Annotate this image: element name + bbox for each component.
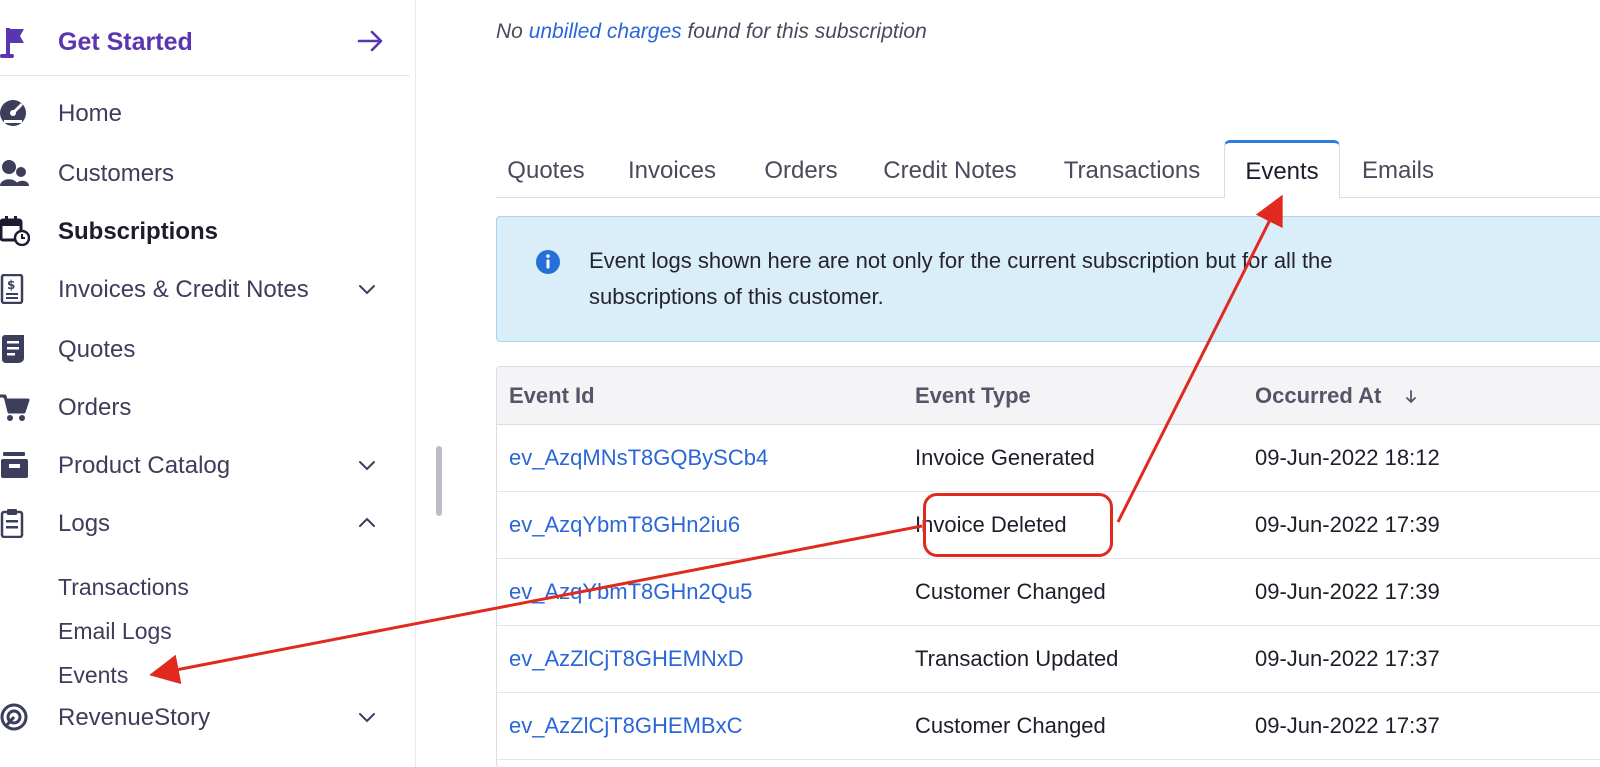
notice-suffix: found for this subscription bbox=[681, 20, 927, 43]
cart-icon bbox=[0, 394, 30, 421]
tab-events[interactable]: Events bbox=[1224, 140, 1340, 199]
unbilled-charges-link[interactable]: unbilled charges bbox=[529, 20, 682, 43]
info-alert: Event logs shown here are not only for t… bbox=[496, 216, 1600, 342]
flag-icon bbox=[0, 28, 24, 58]
scrollbar-thumb[interactable] bbox=[436, 446, 442, 516]
events-table: Event Id Event Type Occurred At ev_AzqMN… bbox=[496, 366, 1600, 767]
tab-invoices[interactable]: Invoices bbox=[614, 140, 730, 198]
sidebar-item-label: Product Catalog bbox=[58, 452, 231, 479]
event-id-link[interactable]: ev_AzqMNsT8GQBySCb4 bbox=[509, 445, 768, 471]
sidebar-item-label: Invoices & Credit Notes bbox=[58, 276, 309, 303]
sidebar-item-label: RevenueStory bbox=[58, 704, 211, 731]
sidebar-subitem-events[interactable]: Events bbox=[58, 662, 128, 689]
table-row[interactable]: ev_AzqMNsT8GQBySCb4 Invoice Generated 09… bbox=[497, 425, 1600, 492]
sidebar: Get Started Home Customers Subscriptions… bbox=[0, 0, 416, 767]
sidebar-subitem-email-logs[interactable]: Email Logs bbox=[58, 618, 172, 645]
column-header-occurred-at[interactable]: Occurred At bbox=[1255, 383, 1419, 409]
tab-quotes[interactable]: Quotes bbox=[496, 140, 596, 198]
event-id-link[interactable]: ev_AzqYbmT8GHn2Qu5 bbox=[509, 579, 752, 605]
table-row[interactable]: ev_AzZlCjT8GHEMNxD Transaction Updated 0… bbox=[497, 626, 1600, 693]
sidebar-item-home[interactable]: Home bbox=[0, 92, 410, 136]
dashboard-icon bbox=[0, 100, 26, 126]
occurred-at: 09-Jun-2022 17:37 bbox=[1255, 713, 1440, 738]
catalog-icon bbox=[1, 452, 28, 478]
chevron-down-icon[interactable] bbox=[358, 280, 376, 298]
arrow-right-icon[interactable] bbox=[356, 26, 386, 56]
tab-transactions[interactable]: Transactions bbox=[1050, 140, 1214, 198]
event-type: Invoice Generated bbox=[915, 445, 1095, 470]
svg-text:$: $ bbox=[7, 278, 15, 292]
revenuestory-icon bbox=[0, 703, 28, 731]
event-id-link[interactable]: ev_AzqYbmT8GHn2iu6 bbox=[509, 512, 740, 538]
info-alert-text: Event logs shown here are not only for t… bbox=[589, 248, 1333, 309]
sidebar-item-label: Subscriptions bbox=[58, 218, 219, 245]
sidebar-item-subscriptions[interactable]: Subscriptions bbox=[0, 210, 410, 254]
sidebar-item-label: Logs bbox=[58, 510, 111, 537]
unbilled-charges-notice: No unbilled charges found for this subsc… bbox=[496, 20, 927, 44]
occurred-at: 09-Jun-2022 17:39 bbox=[1255, 512, 1440, 537]
event-type: Transaction Updated bbox=[915, 646, 1119, 671]
event-id-link[interactable]: ev_AzZlCjT8GHEMBxC bbox=[509, 713, 742, 739]
sidebar-item-orders[interactable]: Orders bbox=[0, 386, 410, 430]
tab-bar: Quotes Invoices Orders Credit Notes Tran… bbox=[496, 140, 1600, 199]
get-started-label: Get Started bbox=[58, 28, 193, 56]
calendar-clock-icon bbox=[0, 216, 30, 246]
sidebar-item-logs[interactable]: Logs bbox=[0, 502, 410, 546]
event-type: Customer Changed bbox=[915, 579, 1106, 604]
column-header-event-type[interactable]: Event Type bbox=[915, 383, 1031, 409]
column-header-occurred-at-label: Occurred At bbox=[1255, 383, 1382, 408]
occurred-at: 09-Jun-2022 18:12 bbox=[1255, 445, 1440, 470]
sidebar-item-label: Home bbox=[58, 100, 123, 127]
chevron-down-icon[interactable] bbox=[358, 456, 376, 474]
sidebar-item-label: Quotes bbox=[58, 336, 136, 363]
tab-emails[interactable]: Emails bbox=[1348, 140, 1448, 198]
invoice-icon: $ bbox=[0, 274, 24, 304]
customers-icon bbox=[0, 160, 29, 186]
event-type: Customer Changed bbox=[915, 713, 1106, 738]
table-row[interactable]: ev_AzZlCjT8GHEMBxC Customer Changed 09-J… bbox=[497, 693, 1600, 760]
sidebar-item-revenuestory[interactable]: RevenueStory bbox=[0, 696, 410, 740]
get-started-item[interactable]: Get Started bbox=[0, 18, 410, 76]
table-row[interactable]: ev_AzqYbmT8GHn2Qu5 Customer Changed 09-J… bbox=[497, 559, 1600, 626]
sidebar-subitem-transactions[interactable]: Transactions bbox=[58, 574, 189, 601]
quotes-icon bbox=[2, 335, 24, 363]
chevron-down-icon[interactable] bbox=[358, 708, 376, 726]
tab-orders[interactable]: Orders bbox=[750, 140, 852, 198]
arrow-down-icon[interactable] bbox=[1403, 389, 1419, 405]
tab-credit-notes[interactable]: Credit Notes bbox=[870, 140, 1030, 198]
sidebar-item-invoices[interactable]: $ Invoices & Credit Notes bbox=[0, 268, 410, 312]
sidebar-item-product-catalog[interactable]: Product Catalog bbox=[0, 444, 410, 488]
column-header-event-id[interactable]: Event Id bbox=[509, 383, 595, 409]
table-header: Event Id Event Type Occurred At bbox=[497, 367, 1600, 425]
occurred-at: 09-Jun-2022 17:37 bbox=[1255, 646, 1440, 671]
sidebar-item-label: Orders bbox=[58, 394, 132, 421]
notice-prefix: No bbox=[496, 20, 529, 43]
annotation-highlight-box bbox=[923, 493, 1113, 557]
event-id-link[interactable]: ev_AzZlCjT8GHEMNxD bbox=[509, 646, 744, 672]
clipboard-icon bbox=[0, 509, 24, 538]
sidebar-item-customers[interactable]: Customers bbox=[0, 152, 410, 196]
occurred-at: 09-Jun-2022 17:39 bbox=[1255, 579, 1440, 604]
info-circle-icon bbox=[536, 250, 560, 274]
sidebar-item-label: Customers bbox=[58, 160, 175, 187]
chevron-up-icon[interactable] bbox=[358, 514, 376, 532]
sidebar-item-quotes[interactable]: Quotes bbox=[0, 328, 410, 372]
